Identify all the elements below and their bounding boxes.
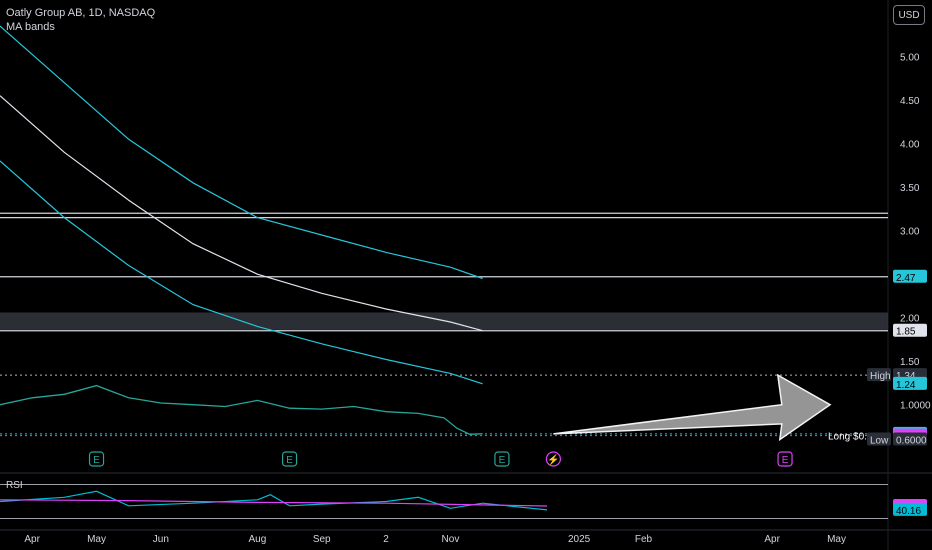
indicator-label: MA bands [6,21,55,33]
price-label-text: High [870,371,891,382]
rsi-label: RSI [6,480,23,491]
x-tick-label: 2 [383,534,389,545]
y-tick-label: 4.50 [900,96,920,107]
x-tick-label: May [827,534,846,545]
y-tick-label: 3.00 [900,227,920,238]
x-tick-label: 2025 [568,534,591,545]
x-tick-label: Aug [248,534,266,545]
y-tick-label: 1.50 [900,357,920,368]
price-chart[interactable]: Long $0.64445.505.004.504.003.503.002.50… [0,0,932,550]
event-marker-label: E [782,455,789,466]
price-label-text: 1.24 [896,380,916,391]
x-tick-label: May [87,534,106,545]
event-marker-label: E [93,455,100,466]
price-label-text: 0.6000 [896,436,927,447]
x-tick-label: Jun [153,534,169,545]
event-marker-label: E [286,455,293,466]
price-label-text: 1.85 [896,327,916,338]
chart-background [0,0,932,550]
y-tick-label: 4.00 [900,140,920,151]
x-tick-label: Apr [764,534,780,545]
x-tick-label: Nov [442,534,460,545]
price-label-text: 40.16 [896,506,921,517]
price-label-text: Low [870,436,889,447]
y-tick-label: 5.00 [900,53,920,64]
x-tick-label: Apr [24,534,40,545]
event-marker-label: ⚡ [547,453,559,466]
currency-button[interactable]: USD [893,5,925,25]
x-tick-label: Sep [313,534,331,545]
price-label-text: 2.47 [896,273,916,284]
y-tick-label: 1.0000 [900,401,931,412]
x-tick-label: Feb [635,534,653,545]
event-marker-label: E [499,455,506,466]
y-tick-label: 3.50 [900,183,920,194]
y-tick-label: 2.00 [900,314,920,325]
symbol-title: Oatly Group AB, 1D, NASDAQ [6,7,156,19]
